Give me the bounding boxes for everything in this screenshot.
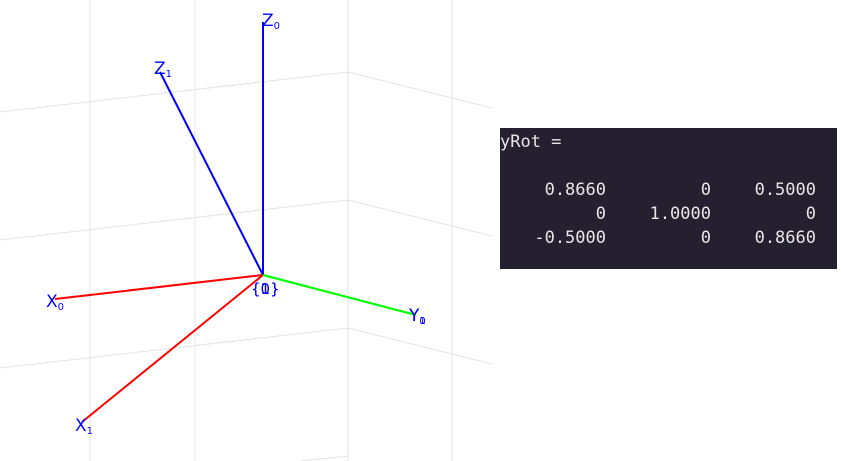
matrix-cell: 0.8660 <box>544 180 606 200</box>
matrix-cell: 0 <box>700 228 711 248</box>
grid <box>0 0 492 461</box>
x0-label: X0 <box>46 292 64 313</box>
frame-1-x-axis <box>81 274 264 423</box>
z1-label: Z1 <box>154 59 172 80</box>
console-panel[interactable]: yRot = 0.8660 0 0.5000 0 1.0000 0 -0.500… <box>500 128 837 269</box>
frame-1-axes <box>81 71 417 423</box>
grid-line <box>0 327 492 369</box>
matrix-cell: 0.5000 <box>754 180 816 200</box>
console-variable-header: yRot = <box>500 132 562 152</box>
frame-0-axes <box>54 22 417 316</box>
frame-1-z-axis <box>159 71 264 276</box>
z0-label: Z0 <box>262 11 280 32</box>
grid-line <box>0 199 492 241</box>
frame-1-y-axis <box>262 274 417 316</box>
plot-area[interactable]: Z0 Z1 X0 X1 Y0 Y1 {0} {1} <box>0 0 492 461</box>
matrix-cell: -0.5000 <box>534 228 606 248</box>
matrix-cell: 0 <box>700 180 711 200</box>
grid-line <box>299 455 349 461</box>
matrix-cell: 0 <box>805 204 816 224</box>
matrix-cell: 1.0000 <box>649 204 711 224</box>
matrix-cell: 0 <box>595 204 606 224</box>
grid-line <box>0 71 492 113</box>
frame-0-x-axis <box>54 274 264 300</box>
matrix-row: 0.8660 0 0.5000 <box>500 178 837 202</box>
origin-label-frame-1: {1} <box>251 280 280 298</box>
matrix-cell: 0.8660 <box>754 228 816 248</box>
y1-label: Y1 <box>408 306 426 327</box>
matrix-row: 0 1.0000 0 <box>500 202 837 226</box>
matrix-row: -0.5000 0 0.8660 <box>500 226 837 250</box>
